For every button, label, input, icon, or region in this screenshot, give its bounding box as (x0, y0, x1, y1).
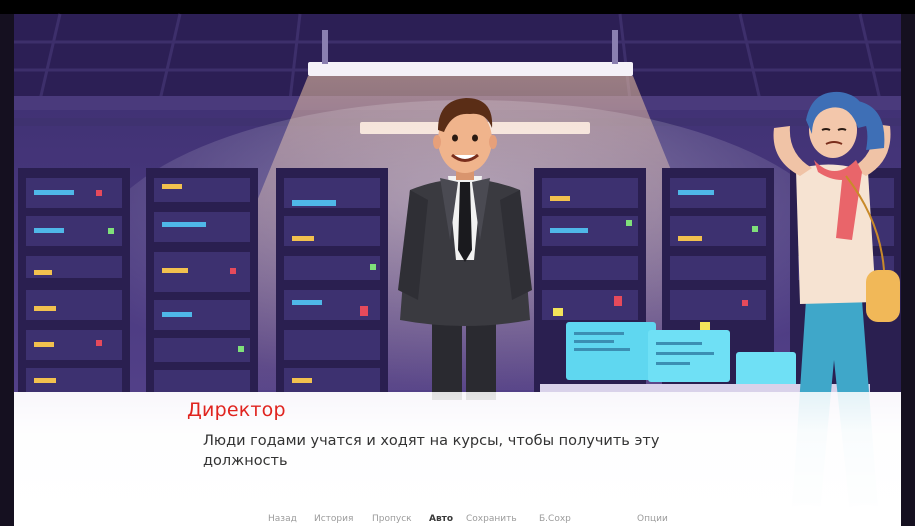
save-button[interactable]: Сохранить (466, 514, 517, 524)
history-button[interactable]: История (314, 514, 353, 524)
dialogue-text: Люди годами учатся и ходят на курсы, что… (203, 433, 660, 469)
quick-save-button[interactable]: Б.Сохр (539, 514, 571, 524)
game-screen[interactable]: Директор Люди годами учатся и ходят на к… (0, 0, 915, 526)
auto-button[interactable]: Авто (429, 514, 453, 524)
options-button[interactable]: Опции (637, 514, 668, 524)
skip-button[interactable]: Пропуск (372, 514, 412, 524)
speaker-name: Директор (187, 399, 286, 421)
quick-menu: Назад История Пропуск Авто Сохранить Б.С… (0, 514, 915, 526)
back-button[interactable]: Назад (268, 514, 297, 524)
